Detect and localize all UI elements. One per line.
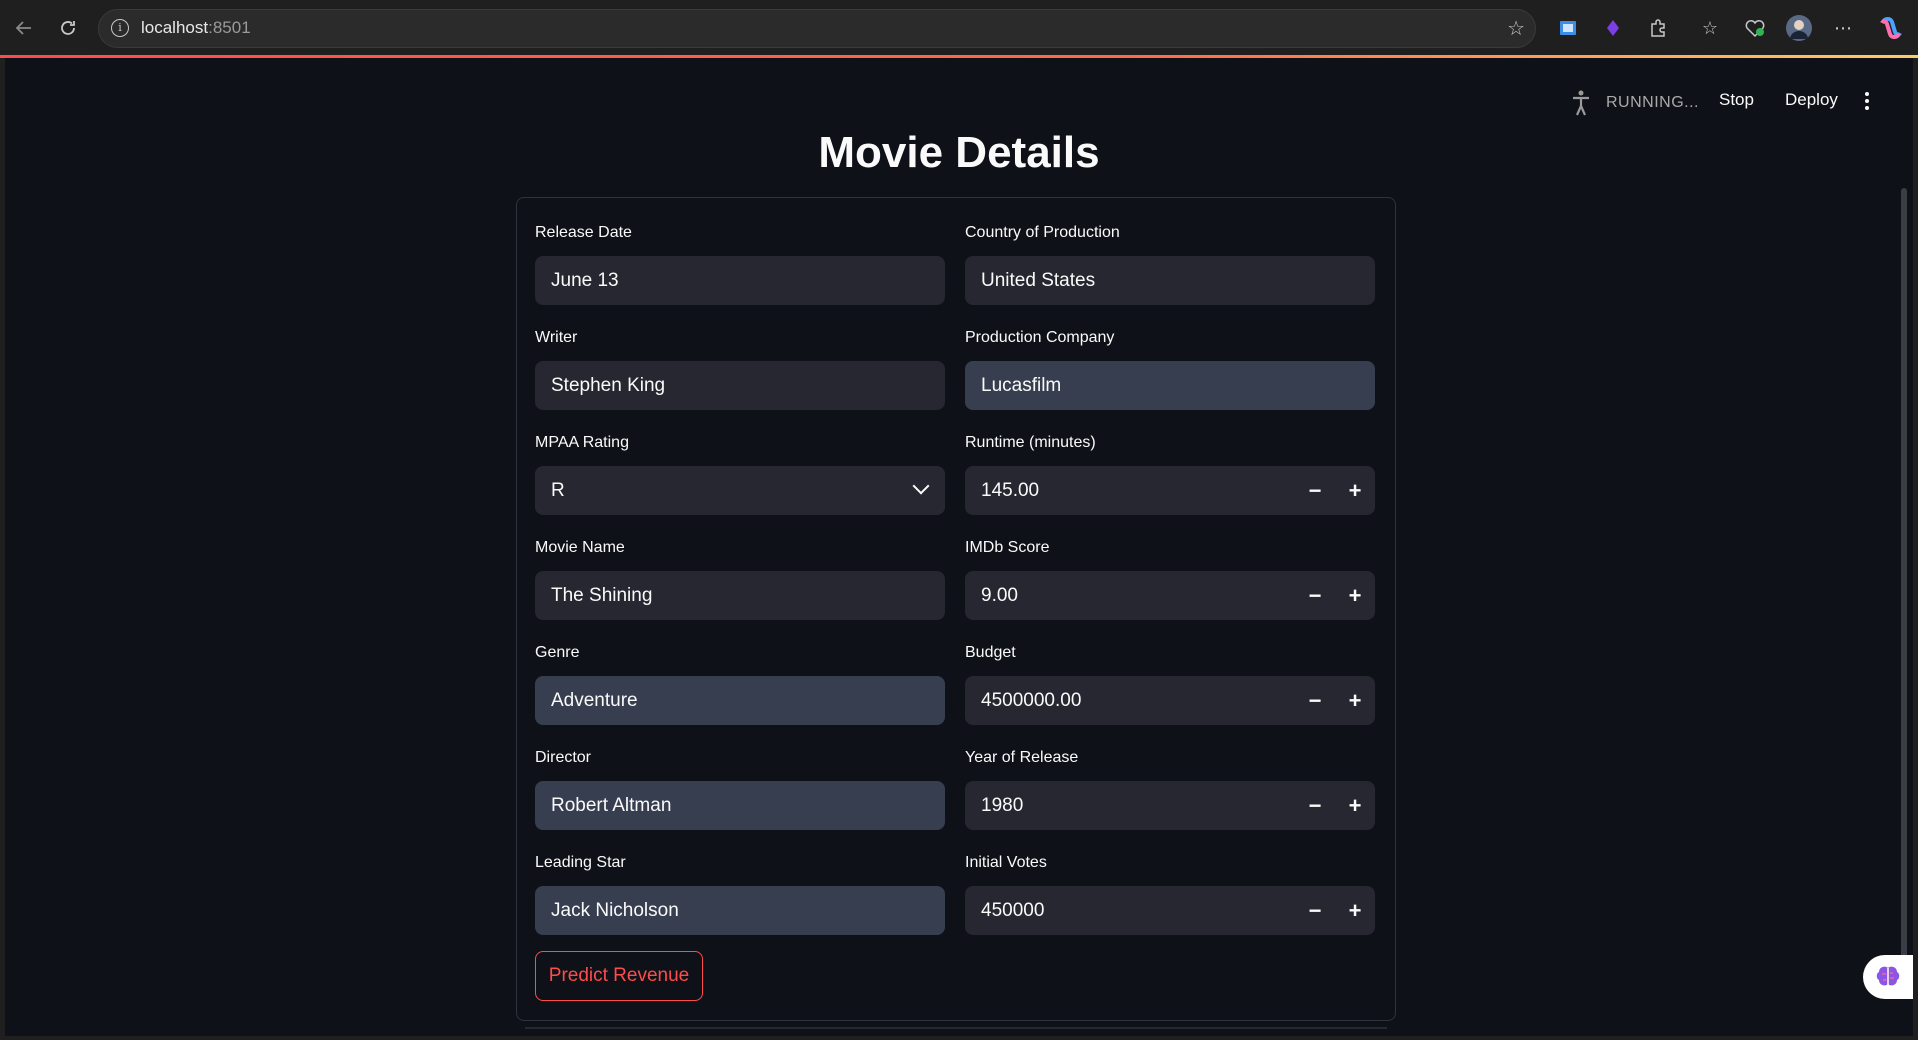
favorites-icon[interactable]: ☆ — [1697, 15, 1723, 41]
imdb-score-label: IMDb Score — [965, 539, 1050, 556]
movie-name-label: Movie Name — [535, 539, 625, 556]
runtime-minutes-stepper: − + — [1295, 466, 1375, 515]
writer-value: Stephen King — [551, 374, 666, 396]
browser-essentials-icon[interactable] — [1742, 15, 1768, 41]
director-label: Director — [535, 749, 592, 766]
increment-button[interactable]: + — [1335, 781, 1375, 830]
year-of-release-stepper: − + — [1295, 781, 1375, 830]
writer-label: Writer — [535, 329, 578, 346]
year-of-release-value: 1980 — [981, 794, 1024, 816]
puzzle-extensions-icon[interactable] — [1645, 15, 1671, 41]
movie-name-input[interactable]: The Shining — [535, 571, 945, 620]
mpaa-rating-select[interactable]: R — [535, 466, 945, 515]
leading-star-value: Jack Nicholson — [551, 899, 679, 921]
running-text: RUNNING... — [1606, 94, 1699, 111]
leading-star-label: Leading Star — [535, 854, 626, 871]
genre-label: Genre — [535, 644, 580, 661]
increment-button[interactable]: + — [1335, 571, 1375, 620]
release-date-label: Release Date — [535, 224, 632, 241]
increment-button[interactable]: + — [1335, 466, 1375, 515]
imdb-score-field: IMDb Score 9.00 − + — [965, 536, 1375, 620]
mpaa-rating-value: R — [551, 479, 565, 501]
writer-field: Writer Stephen King — [535, 326, 945, 410]
budget-value: 4500000.00 — [981, 689, 1082, 711]
writer-input[interactable]: Stephen King — [535, 361, 945, 410]
initial-votes-field: Initial Votes 450000 − + — [965, 851, 1375, 935]
budget-field: Budget 4500000.00 − + — [965, 641, 1375, 725]
address-bar[interactable]: i localhost:8501 ☆ — [98, 9, 1536, 48]
country-of-production-label: Country of Production — [965, 224, 1120, 241]
movie-name-value: The Shining — [551, 584, 653, 606]
decrement-button[interactable]: − — [1295, 886, 1335, 935]
chevron-down-icon[interactable] — [912, 477, 930, 495]
mpaa-rating-label: MPAA Rating — [535, 434, 629, 451]
favorite-star-icon[interactable]: ☆ — [1507, 16, 1525, 40]
leading-star-input[interactable]: Jack Nicholson — [535, 886, 945, 935]
site-info-icon[interactable]: i — [111, 19, 129, 37]
url-text: localhost:8501 — [141, 18, 251, 37]
budget-number-input[interactable]: 4500000.00 − + — [965, 676, 1375, 725]
movie-name-field: Movie Name The Shining — [535, 536, 945, 620]
deploy-button[interactable]: Deploy — [1785, 88, 1838, 112]
year-of-release-number-input[interactable]: 1980 − + — [965, 781, 1375, 830]
leading-star-field: Leading Star Jack Nicholson — [535, 851, 945, 935]
release-date-value: June 13 — [551, 269, 619, 291]
director-input[interactable]: Robert Altman — [535, 781, 945, 830]
decrement-button[interactable]: − — [1295, 571, 1335, 620]
running-status: RUNNING... — [1570, 90, 1699, 116]
budget-label: Budget — [965, 644, 1016, 661]
copilot-icon[interactable] — [1878, 15, 1904, 41]
scrollbar[interactable] — [1901, 188, 1907, 958]
runtime-minutes-value: 145.00 — [981, 479, 1040, 501]
imdb-score-stepper: − + — [1295, 571, 1375, 620]
increment-button[interactable]: + — [1335, 886, 1375, 935]
browser-toolbar: i localhost:8501 ☆ ☆ ⋯ — [0, 0, 1918, 56]
reload-icon[interactable] — [54, 14, 82, 42]
more-options-icon[interactable]: ⋯ — [1830, 15, 1856, 41]
country-of-production-input[interactable]: United States — [965, 256, 1375, 305]
production-company-input[interactable]: Lucasfilm — [965, 361, 1375, 410]
decrement-button[interactable]: − — [1295, 466, 1335, 515]
imdb-score-number-input[interactable]: 9.00 − + — [965, 571, 1375, 620]
production-company-label: Production Company — [965, 329, 1115, 346]
running-person-icon — [1570, 90, 1592, 116]
genre-field: Genre Adventure — [535, 641, 945, 725]
decrement-button[interactable]: − — [1295, 676, 1335, 725]
extension-icon[interactable] — [1555, 15, 1581, 41]
year-of-release-field: Year of Release 1980 − + — [965, 746, 1375, 830]
initial-votes-label: Initial Votes — [965, 854, 1047, 871]
country-of-production-value: United States — [981, 269, 1096, 291]
imdb-score-value: 9.00 — [981, 584, 1018, 606]
release-date-field: Release Date June 13 — [535, 221, 945, 305]
initial-votes-stepper: − + — [1295, 886, 1375, 935]
mpaa-rating-field: MPAA Rating R — [535, 431, 945, 515]
runtime-minutes-field: Runtime (minutes) 145.00 − + — [965, 431, 1375, 515]
director-field: Director Robert Altman — [535, 746, 945, 830]
release-date-input[interactable]: June 13 — [535, 256, 945, 305]
genre-input[interactable]: Adventure — [535, 676, 945, 725]
increment-button[interactable]: + — [1335, 676, 1375, 725]
profile-avatar[interactable] — [1786, 15, 1812, 41]
production-company-field: Production Company Lucasfilm — [965, 326, 1375, 410]
extension-icon[interactable] — [1600, 15, 1626, 41]
predict-revenue-button[interactable]: Predict Revenue — [535, 951, 703, 1001]
runtime-minutes-label: Runtime (minutes) — [965, 434, 1096, 451]
stop-button[interactable]: Stop — [1719, 88, 1754, 112]
main-menu-icon[interactable] — [1859, 88, 1875, 114]
app-main: RUNNING... Stop Deploy Movie Details Pre… — [5, 58, 1913, 1036]
page-title: Movie Details — [818, 128, 1100, 177]
back-icon[interactable] — [10, 14, 38, 42]
runtime-minutes-number-input[interactable]: 145.00 − + — [965, 466, 1375, 515]
form-divider — [525, 1027, 1387, 1029]
director-value: Robert Altman — [551, 794, 672, 816]
initial-votes-number-input[interactable]: 450000 − + — [965, 886, 1375, 935]
production-company-value: Lucasfilm — [981, 374, 1062, 396]
initial-votes-value: 450000 — [981, 899, 1045, 921]
budget-stepper: − + — [1295, 676, 1375, 725]
genre-value: Adventure — [551, 689, 638, 711]
ai-assistant-icon[interactable] — [1863, 955, 1913, 999]
year-of-release-label: Year of Release — [965, 749, 1079, 766]
decrement-button[interactable]: − — [1295, 781, 1335, 830]
country-of-production-field: Country of Production United States — [965, 221, 1375, 305]
